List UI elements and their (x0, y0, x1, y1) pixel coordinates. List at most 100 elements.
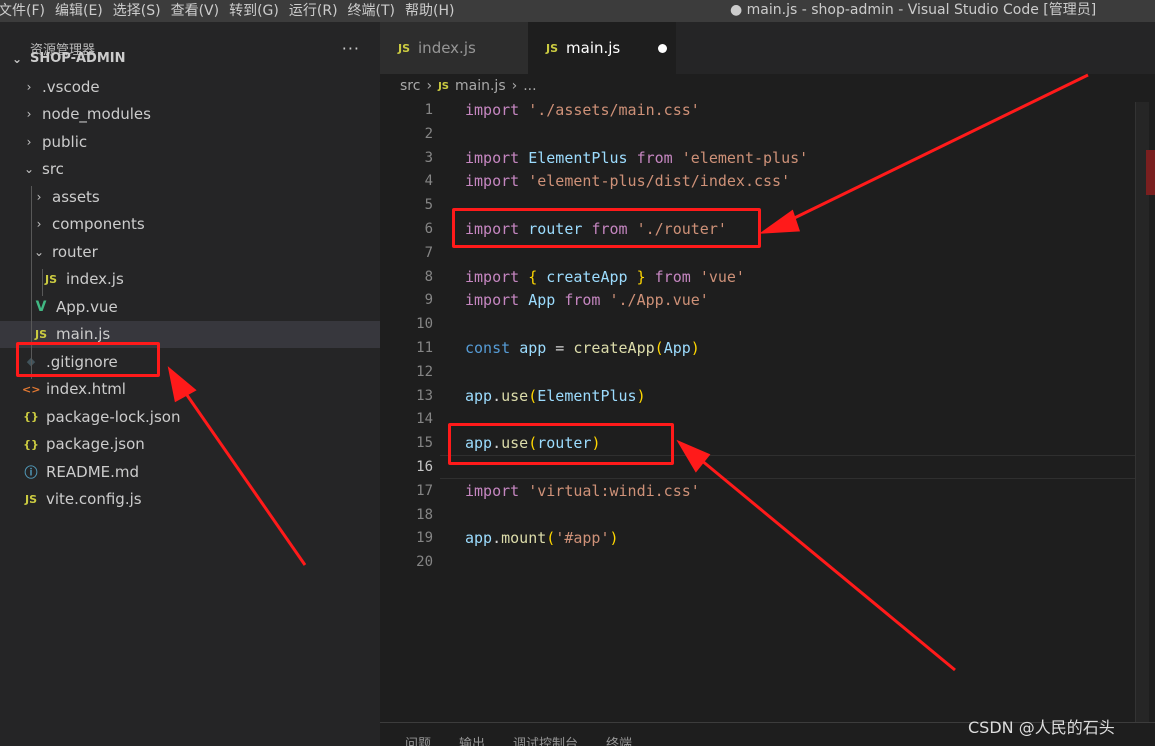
line-number: 5 (424, 197, 433, 214)
tree-item[interactable]: › public (0, 128, 380, 155)
code-line: 2 (380, 122, 1140, 146)
menu-item[interactable]: 运行(R) (289, 0, 348, 22)
tree-item[interactable]: {} package.json (0, 431, 380, 458)
menu-item[interactable]: 选择(S) (113, 0, 171, 22)
tree-item[interactable]: ⌄ src (0, 156, 380, 183)
tab-label: index.js (418, 39, 476, 57)
code-line: 20 (380, 550, 1140, 574)
chevron-down-icon: ⌄ (11, 51, 23, 66)
unsaved-dot-icon[interactable] (658, 43, 668, 53)
line-number: 7 (424, 244, 433, 261)
code-text: import App from './App.vue' (465, 291, 709, 310)
code-text: import { createApp } from 'vue' (465, 267, 745, 286)
tree-item-label: index.js (66, 270, 124, 288)
code-text: app.mount('#app') (465, 529, 619, 548)
chevron-right-icon: › (426, 78, 433, 94)
line-number: 15 (416, 435, 433, 452)
breadcrumb-file[interactable]: main.js (455, 78, 506, 94)
indent-guide (42, 268, 43, 296)
menu-item[interactable]: 终端(T) (348, 0, 405, 22)
js-file-icon: JS (398, 41, 411, 55)
code-line: 18 (380, 503, 1140, 527)
breadcrumb-folder[interactable]: src (400, 78, 420, 94)
info-file-icon: ⓘ (24, 466, 38, 481)
code-line: 1 import './assets/main.css' (380, 98, 1140, 122)
code-text: import 'element-plus/dist/index.css' (465, 172, 791, 191)
code-text: import ElementPlus from 'element-plus' (465, 148, 809, 167)
chevron-right-icon: › (26, 134, 32, 149)
tree-item[interactable]: JS vite.config.js (0, 486, 380, 513)
json-file-icon: {} (23, 437, 39, 451)
breadcrumb-more[interactable]: ... (523, 78, 536, 94)
chevron-right-icon: › (26, 107, 32, 121)
watermark: CSDN @人民的石头 (968, 718, 1115, 737)
highlight-box-main-js (16, 342, 160, 377)
line-number: 3 (424, 149, 433, 166)
project-name: SHOP-ADMIN (30, 51, 126, 66)
code-text: const app = createApp(App) (465, 339, 700, 357)
code-line: 17 import 'virtual:windi.css' (380, 479, 1140, 503)
tab-label: main.js (566, 39, 621, 57)
menu-bar: 文件(F) 编辑(E) 选择(S) 查看(V) 转到(G) 运行(R) 终端(T) 帮助(H) (0, 0, 464, 22)
menu-item[interactable]: 帮助(H) (405, 0, 464, 22)
tree-item[interactable]: ⓘ README.md (0, 458, 380, 485)
vertical-scrollbar[interactable] (1135, 102, 1149, 722)
menu-item[interactable]: 查看(V) (171, 0, 230, 22)
highlight-box-import-router (452, 208, 761, 248)
line-number: 6 (424, 221, 433, 237)
code-line: 12 (380, 360, 1140, 384)
tree-item-label: App.vue (56, 297, 118, 316)
tree-item[interactable]: ⌄ router (0, 238, 380, 265)
chevron-down-icon: ⌄ (33, 244, 45, 259)
line-number: 18 (416, 506, 433, 523)
tree-item[interactable]: V App.vue (0, 293, 380, 320)
tree-item[interactable]: › node_modules (0, 101, 380, 128)
tree-item-label: main.js (56, 325, 111, 343)
line-number: 20 (416, 554, 433, 571)
tab-main-js[interactable]: JS main.js (528, 22, 676, 74)
line-number: 11 (416, 340, 433, 356)
breadcrumb: src › JS main.js › ... (380, 74, 1155, 98)
tree-item[interactable]: JS index.js (0, 266, 380, 293)
chevron-right-icon: › (36, 189, 42, 204)
code-text: import './assets/main.css' (465, 101, 700, 119)
panel-tab[interactable]: 调试控制台 (513, 734, 578, 746)
window-title: ● main.js - shop-admin - Visual Studio C… (730, 2, 1097, 18)
code-line: 3 import ElementPlus from 'element-plus' (380, 146, 1140, 170)
vue-file-icon: V (35, 298, 47, 315)
tree-item[interactable]: › .vscode (0, 73, 380, 100)
tree-item-label: public (42, 132, 88, 151)
panel-tab[interactable]: 输出 (459, 734, 485, 746)
tree-item[interactable]: › components (0, 211, 380, 238)
tree-item-label: components (52, 215, 145, 233)
panel-tab[interactable]: 终端 (606, 734, 632, 746)
line-number: 12 (416, 363, 433, 380)
title-bar: 文件(F) 编辑(E) 选择(S) 查看(V) 转到(G) 运行(R) 终端(T) 帮助(H)… (0, 0, 1155, 22)
panel-tab[interactable]: 问题 (405, 734, 431, 746)
menu-item[interactable]: 编辑(E) (55, 0, 113, 22)
code-line: 9 import App from './App.vue' (380, 288, 1140, 312)
line-number: 16 (416, 459, 433, 475)
tree-item-label: index.html (46, 380, 126, 398)
minimap-thumb (1146, 150, 1155, 195)
code-line: 4 import 'element-plus/dist/index.css' (380, 169, 1140, 193)
tree-item[interactable]: › assets (0, 183, 380, 210)
js-file-icon: JS (546, 41, 559, 55)
menu-item[interactable]: 文件(F) (0, 0, 55, 22)
line-number: 17 (416, 482, 433, 499)
menu-item[interactable]: 转到(G) (229, 0, 289, 22)
tree-item[interactable]: <> index.html (0, 376, 380, 403)
code-text: import 'virtual:windi.css' (465, 481, 700, 500)
highlight-box-app-use-router (448, 423, 674, 465)
line-number: 13 (416, 387, 433, 404)
tree-item-label: src (42, 160, 64, 178)
code-text: app.use(ElementPlus) (465, 386, 646, 405)
line-number: 2 (424, 125, 433, 142)
tree-item[interactable]: {} package-lock.json (0, 403, 380, 430)
tree-item-label: package.json (46, 435, 145, 453)
tree-item-label: package-lock.json (46, 407, 181, 426)
tab-index-js[interactable]: JS index.js (380, 22, 528, 74)
project-root[interactable]: ⌄ SHOP-ADMIN (0, 45, 380, 72)
line-number: 4 (424, 173, 433, 190)
line-number: 10 (416, 316, 433, 333)
